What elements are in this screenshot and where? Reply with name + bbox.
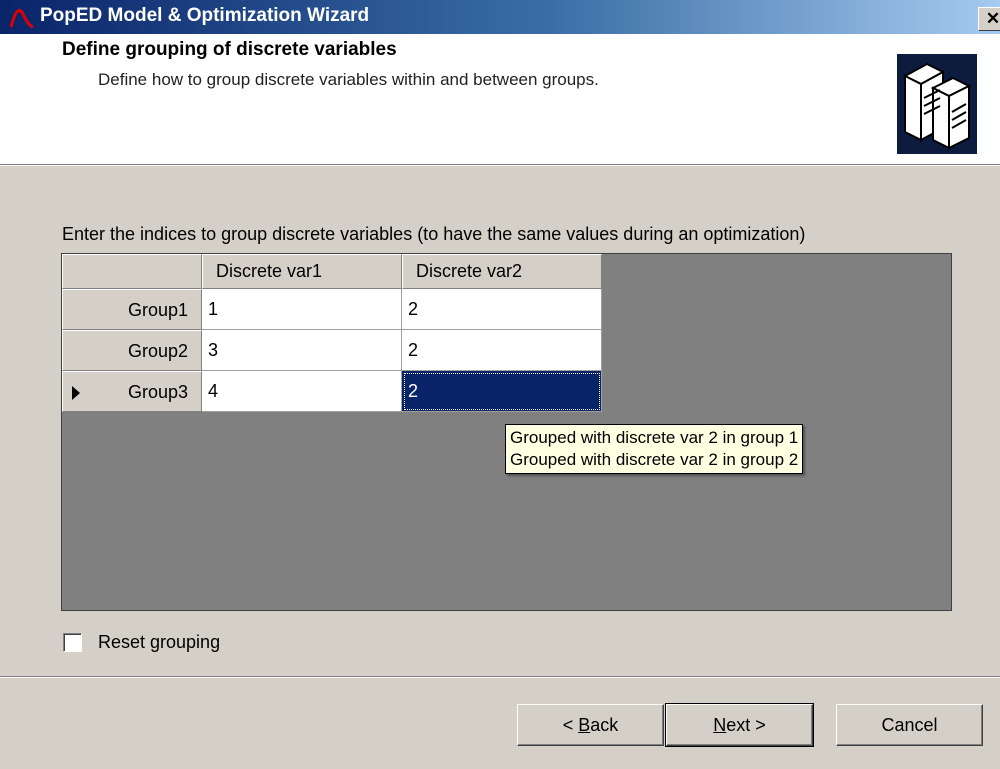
wizard-header: Define grouping of discrete variables De… (0, 34, 1000, 164)
reset-grouping-label[interactable]: Reset grouping (98, 632, 220, 653)
current-row-arrow-icon (72, 386, 80, 400)
window-title: PopED Model & Optimization Wizard (40, 5, 370, 26)
column-header-discrete-var1[interactable]: Discrete var1 (202, 254, 402, 289)
next-button[interactable]: Next > (665, 703, 814, 747)
back-button[interactable]: < Back (517, 704, 664, 746)
column-header-discrete-var2[interactable]: Discrete var2 (402, 254, 602, 289)
tooltip-line: Grouped with discrete var 2 in group 1 (510, 428, 799, 447)
row-header-label: Group3 (127, 382, 188, 402)
page-subtitle: Define how to group discrete variables w… (98, 70, 599, 89)
grouping-tooltip: Grouped with discrete var 2 in group 1 G… (505, 424, 804, 474)
page-title: Define grouping of discrete variables (62, 39, 397, 60)
cell-group2-var2[interactable]: 2 (402, 330, 602, 371)
cell-group1-var2[interactable]: 2 (402, 289, 602, 330)
tooltip-line: Grouped with discrete var 2 in group 2 (510, 450, 799, 469)
cell-group3-var2-selected[interactable]: 2 (402, 371, 602, 412)
row-header-group3[interactable]: Group3 (62, 371, 202, 412)
reset-grouping-checkbox[interactable] (63, 633, 82, 652)
header-separator (0, 164, 1000, 166)
cell-group3-var1[interactable]: 4 (202, 371, 402, 412)
footer-separator (0, 676, 1000, 678)
cell-group1-var1[interactable]: 1 (202, 289, 402, 330)
title-bar: PopED Model & Optimization Wizard ✕ (0, 0, 1000, 34)
poped-logo-icon (10, 8, 34, 28)
close-button[interactable]: ✕ (978, 7, 1000, 31)
grid-corner-header (62, 254, 202, 289)
cell-group2-var1[interactable]: 3 (202, 330, 402, 371)
row-header-group2[interactable]: Group2 (62, 330, 202, 371)
servers-icon (897, 54, 977, 154)
grid-instructions: Enter the indices to group discrete vari… (62, 224, 806, 244)
row-header-group1[interactable]: Group1 (62, 289, 202, 330)
cancel-button[interactable]: Cancel (836, 704, 983, 746)
